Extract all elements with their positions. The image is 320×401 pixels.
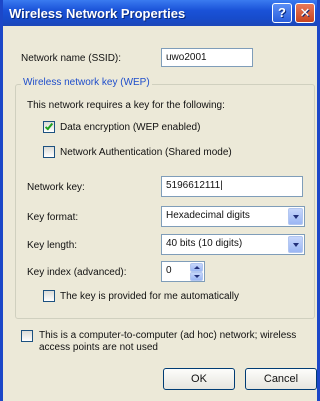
help-icon[interactable]: ?	[272, 3, 292, 23]
adhoc-label-line2: access points are not used	[39, 342, 158, 353]
chevron-down-icon[interactable]	[288, 236, 303, 253]
key-length-label: Key length:	[27, 240, 78, 251]
data-encryption-label: Data encryption (WEP enabled)	[60, 122, 201, 133]
network-key-label: Network key:	[27, 182, 85, 193]
network-key-input[interactable]: 5196612111|	[161, 176, 303, 197]
auto-key-label: The key is provided for me automatically	[60, 291, 239, 302]
adhoc-checkbox[interactable]	[21, 330, 33, 342]
wep-group-box	[15, 84, 315, 319]
key-length-select[interactable]: 40 bits (10 digits)	[161, 234, 305, 255]
key-format-label: Key format:	[27, 212, 79, 223]
network-key-value: 5196612111	[166, 180, 221, 191]
spin-up-icon[interactable]	[190, 263, 203, 272]
adhoc-label-line1: This is a computer-to-computer (ad hoc) …	[39, 330, 297, 341]
wep-group-legend: Wireless network key (WEP)	[21, 77, 152, 88]
network-authentication-checkbox[interactable]	[43, 146, 55, 158]
data-encryption-checkbox[interactable]	[43, 121, 55, 133]
spin-down-icon[interactable]	[190, 272, 203, 281]
wep-intro-text: This network requires a key for the foll…	[27, 100, 225, 111]
key-format-value: Hexadecimal digits	[166, 210, 250, 221]
key-format-select[interactable]: Hexadecimal digits	[161, 206, 305, 227]
key-index-spinner[interactable]: 0	[161, 261, 205, 282]
text-cursor: |	[220, 180, 223, 191]
ok-button[interactable]: OK	[163, 368, 235, 390]
title-bar[interactable]: Wireless Network Properties ? ✕	[3, 0, 317, 26]
close-icon[interactable]: ✕	[295, 3, 315, 23]
window-title: Wireless Network Properties	[9, 6, 186, 21]
key-length-value: 40 bits (10 digits)	[166, 238, 243, 249]
chevron-down-icon[interactable]	[288, 208, 303, 225]
auto-key-checkbox[interactable]	[43, 290, 55, 302]
key-index-value: 0	[166, 265, 172, 276]
network-authentication-label: Network Authentication (Shared mode)	[60, 147, 232, 158]
cancel-button[interactable]: Cancel	[245, 368, 317, 390]
key-index-label: Key index (advanced):	[27, 267, 127, 278]
ssid-label: Network name (SSID):	[21, 53, 122, 64]
checkmark-icon	[44, 121, 54, 131]
wireless-network-properties-dialog: Wireless Network Properties ? ✕ Network …	[0, 0, 320, 401]
ssid-input[interactable]: uwo2001	[161, 48, 253, 67]
